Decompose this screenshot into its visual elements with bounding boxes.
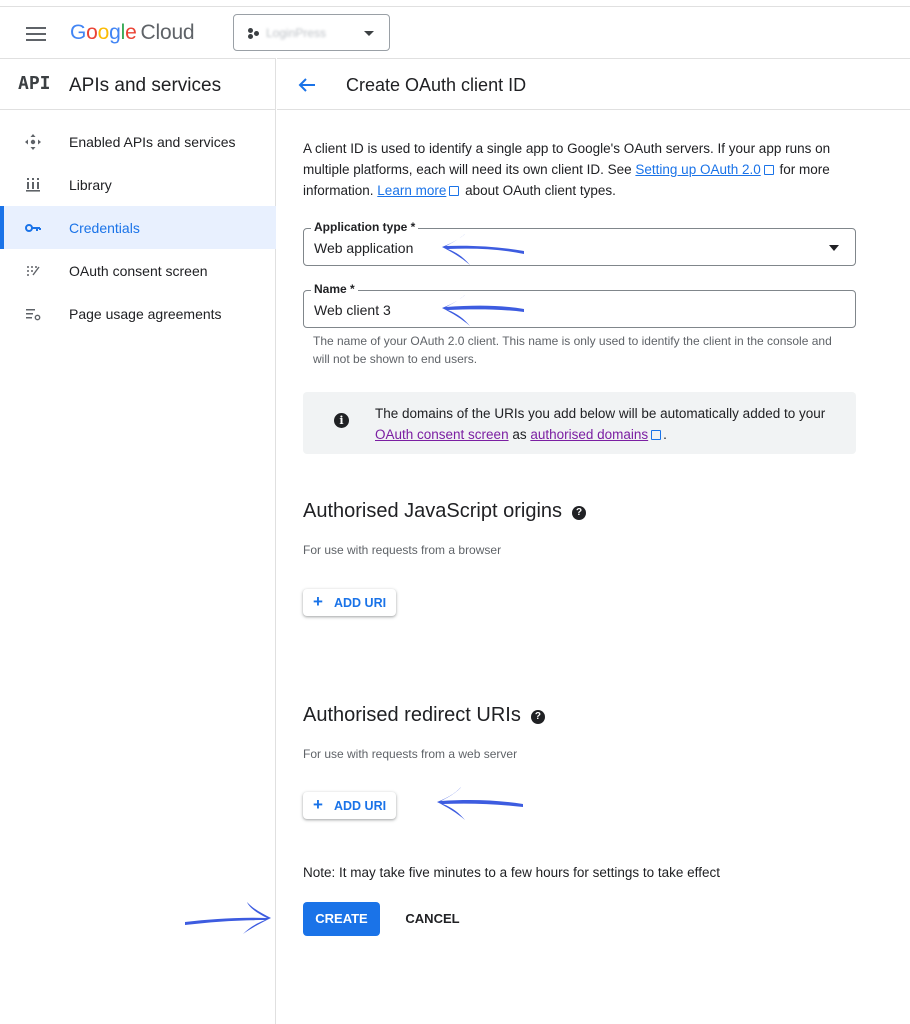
project-name: LoginPress [266,26,327,40]
back-arrow-icon[interactable] [297,75,317,95]
add-uri-label: ADD URI [334,596,387,610]
authorised-domains-link[interactable]: authorised domains [530,427,648,442]
logo-product-name: Cloud [140,21,195,44]
intro-text-part: about OAuth client types. [461,183,616,198]
logo-letter: o [86,21,98,44]
sidebar-item-library[interactable]: Library [0,163,276,206]
sidebar-item-label: Library [69,177,112,193]
page-header: Create OAuth client ID [277,58,910,110]
add-redirect-uri-button[interactable]: + ADD URI [303,792,396,819]
js-origins-subtitle: For use with requests from a browser [303,543,502,557]
sidebar-item-label: OAuth consent screen [69,263,208,279]
plus-icon: + [313,795,323,814]
project-picker[interactable]: LoginPress [233,14,390,51]
external-link-icon [763,165,774,175]
google-cloud-logo[interactable]: Google Cloud [70,21,195,45]
dropdown-caret-icon [829,245,839,251]
api-badge-icon: API [18,73,51,94]
enabled-apis-icon [25,134,41,150]
sidebar-item-enabled-apis[interactable]: Enabled APIs and services [0,120,276,163]
logo-letter: o [97,21,110,44]
project-icon [248,28,260,39]
sidebar-item-label: Page usage agreements [69,306,222,322]
help-icon[interactable]: ? [530,710,545,724]
sidebar-nav: Enabled APIs and services Library Creden… [0,120,276,335]
key-icon [25,224,41,232]
info-text-part: as [508,427,531,442]
settings-list-icon [26,309,41,321]
add-uri-label: ADD URI [334,799,387,813]
create-button[interactable]: CREATE [303,902,380,936]
hamburger-menu-icon[interactable] [26,27,46,41]
cancel-button[interactable]: CANCEL [395,902,470,936]
library-icon [26,178,40,192]
application-type-label: Application type * [311,220,419,234]
application-type-select[interactable]: Application type * Web application [303,220,856,266]
sidebar-item-credentials[interactable]: Credentials [0,206,276,249]
redirect-uris-title-text: Authorised redirect URIs [303,704,521,726]
info-text-part: The domains of the URIs you add below wi… [375,406,826,421]
info-text-part: . [663,427,667,442]
add-js-origin-button[interactable]: + ADD URI [303,589,396,616]
redirect-uris-subtitle: For use with requests from a web server [303,747,518,761]
annotation-arrow-icon [185,902,271,934]
annotation-arrow-icon [442,233,524,265]
info-text: The domains of the URIs you add below wi… [375,403,835,445]
sidebar-item-label: Credentials [69,220,140,236]
learn-more-link[interactable]: Learn more [377,183,446,198]
external-link-icon [449,186,460,196]
setting-up-oauth-link[interactable]: Setting up OAuth 2.0 [635,162,760,177]
top-bar: Google Cloud LoginPress [0,6,910,58]
page-title: Create OAuth client ID [346,75,527,95]
sidebar-title: APIs and services [69,75,222,96]
intro-text: A client ID is used to identify a single… [303,138,863,201]
settings-note: Note: It may take five minutes to a few … [303,865,720,880]
oauth-consent-screen-link[interactable]: OAuth consent screen [375,427,509,442]
external-link-icon [651,430,662,440]
annotation-arrow-icon [437,787,523,820]
sidebar-header: API APIs and services [0,58,276,110]
js-origins-title-text: Authorised JavaScript origins [303,500,563,522]
info-box: i The domains of the URIs you add below … [303,392,856,454]
logo-letter: e [125,21,137,44]
help-icon[interactable]: ? [572,506,587,520]
sidebar-item-label: Enabled APIs and services [69,134,236,150]
consent-screen-icon [27,266,40,276]
name-hint: The name of your OAuth 2.0 client. This … [313,334,832,366]
js-origins-title: Authorised JavaScript origins? [303,500,587,523]
annotation-arrow-icon [442,294,524,326]
name-label: Name * [311,282,358,296]
info-icon: i [334,413,349,428]
logo-letter: G [70,21,87,44]
sidebar: API APIs and services Enabled APIs and s… [0,58,276,1024]
sidebar-item-oauth-consent[interactable]: OAuth consent screen [0,249,276,292]
name-input[interactable]: Name * Web client 3 [303,282,856,328]
redirect-uris-title: Authorised redirect URIs? [303,704,545,727]
application-type-value: Web application [314,240,414,256]
sidebar-item-page-usage[interactable]: Page usage agreements [0,292,276,335]
caret-down-icon [364,31,374,36]
plus-icon: + [313,592,323,611]
logo-letter: g [109,21,121,44]
name-value: Web client 3 [314,302,391,318]
